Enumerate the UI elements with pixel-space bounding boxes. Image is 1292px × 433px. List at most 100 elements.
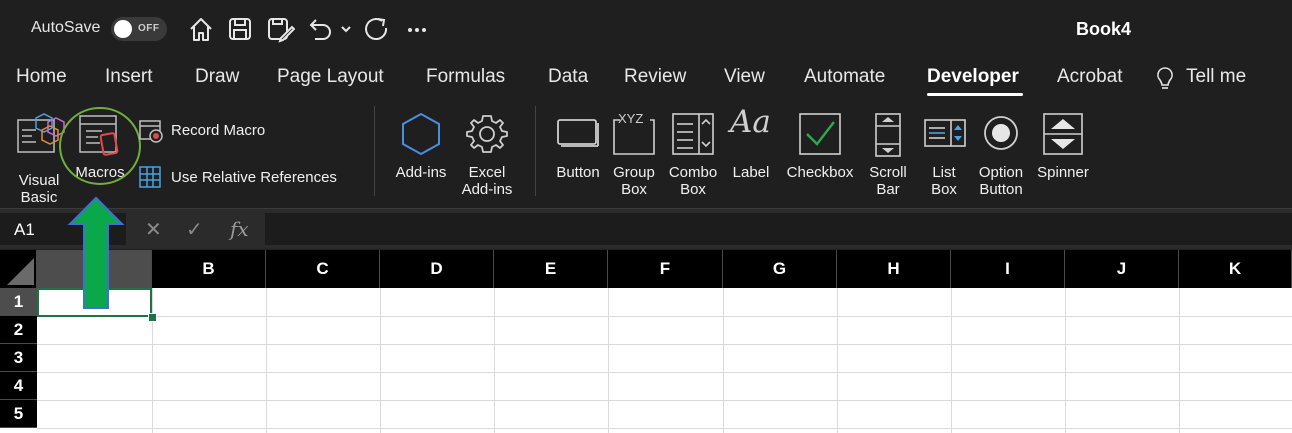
option-button-label-1: Option xyxy=(978,164,1024,181)
scroll-bar-control[interactable]: Scroll Bar xyxy=(862,108,914,200)
tab-tell-me[interactable]: Tell me xyxy=(1186,66,1246,88)
button-label: Button xyxy=(556,164,600,181)
tab-view[interactable]: View xyxy=(724,66,765,88)
save-as-icon[interactable] xyxy=(265,13,295,45)
title-bar: AutoSave OFF Book4 xyxy=(0,0,1292,58)
column-header-d[interactable]: D xyxy=(380,250,494,288)
tab-draw[interactable]: Draw xyxy=(195,66,239,88)
column-header-b[interactable]: B xyxy=(152,250,266,288)
form-button-control[interactable]: Button xyxy=(550,108,606,184)
scroll-bar-label-1: Scroll xyxy=(869,164,907,181)
list-box-control[interactable]: List Box xyxy=(918,108,970,200)
row-header-4[interactable]: 4 xyxy=(0,372,37,400)
add-ins-button[interactable]: Add-ins xyxy=(390,108,452,184)
excel-add-ins-label-1: Excel xyxy=(468,164,506,181)
excel-add-ins-button[interactable]: Excel Add-ins xyxy=(456,108,518,200)
workbook-title: Book4 xyxy=(1076,19,1132,39)
grid-line xyxy=(37,316,1292,317)
add-ins-icon xyxy=(402,112,440,156)
grid-line xyxy=(608,288,609,433)
tab-automate[interactable]: Automate xyxy=(804,66,885,88)
group-box-glyph: XYZ xyxy=(618,111,644,126)
spinner-label: Spinner xyxy=(1037,164,1089,181)
tab-page-layout[interactable]: Page Layout xyxy=(277,66,384,88)
ribbon-separator xyxy=(374,106,375,196)
column-header-e[interactable]: E xyxy=(494,250,608,288)
undo-icon[interactable] xyxy=(305,13,335,45)
autosave-state: OFF xyxy=(138,23,160,34)
grid-line xyxy=(380,288,381,433)
select-all-icon xyxy=(7,258,34,285)
label-glyph: Aa xyxy=(730,104,771,140)
tab-formulas[interactable]: Formulas xyxy=(426,66,505,88)
tab-acrobat[interactable]: Acrobat xyxy=(1057,66,1122,88)
autosave-label: AutoSave xyxy=(31,19,101,36)
list-box-label-2: Box xyxy=(931,181,957,198)
grid-line xyxy=(266,288,267,433)
grid-line xyxy=(37,428,1292,429)
grid-line xyxy=(494,288,495,433)
group-box-label-1: Group xyxy=(613,164,655,181)
combo-box-label-1: Combo xyxy=(668,164,718,181)
formula-input[interactable] xyxy=(265,213,1292,245)
row-header-1[interactable]: 1 xyxy=(0,288,37,316)
checkbox-icon xyxy=(799,113,841,155)
column-header-j[interactable]: J xyxy=(1065,250,1179,288)
label-control[interactable]: Aa Label xyxy=(726,104,776,184)
option-button-control[interactable]: Option Button xyxy=(972,108,1030,200)
list-box-label-1: List xyxy=(932,164,956,181)
grid-line xyxy=(723,288,724,433)
use-relative-references-button[interactable]: Use Relative References xyxy=(171,169,337,186)
redo-icon[interactable] xyxy=(362,13,392,45)
group-box-control[interactable]: XYZ Group Box xyxy=(608,108,660,200)
combo-box-label-2: Box xyxy=(680,181,706,198)
undo-dropdown-icon[interactable] xyxy=(338,13,354,45)
record-macro-button[interactable]: Record Macro xyxy=(171,122,265,139)
row-header-2[interactable]: 2 xyxy=(0,316,37,344)
tab-home[interactable]: Home xyxy=(16,66,67,88)
annotation-arrow xyxy=(67,196,125,309)
highlight-circle xyxy=(59,107,141,185)
fill-handle[interactable] xyxy=(148,313,157,322)
column-header-f[interactable]: F xyxy=(608,250,723,288)
row-header-5[interactable]: 5 xyxy=(0,400,37,428)
checkbox-label: Checkbox xyxy=(786,164,854,181)
home-icon[interactable] xyxy=(186,13,216,45)
grid-line xyxy=(152,288,153,433)
more-icon[interactable] xyxy=(402,13,432,45)
insert-function-button[interactable]: fx xyxy=(230,217,249,241)
grid-line xyxy=(1065,288,1066,433)
label-label: Label xyxy=(732,164,770,181)
combo-box-control[interactable]: Combo Box xyxy=(664,108,722,200)
grid-line xyxy=(37,372,1292,373)
column-header-h[interactable]: H xyxy=(837,250,951,288)
name-box-value: A1 xyxy=(14,220,35,239)
tab-review[interactable]: Review xyxy=(624,66,686,88)
select-all-corner[interactable] xyxy=(0,250,37,288)
tab-insert[interactable]: Insert xyxy=(105,66,153,88)
tab-data[interactable]: Data xyxy=(548,66,588,88)
record-macro-icon[interactable] xyxy=(138,118,164,144)
scroll-bar-label-2: Bar xyxy=(876,181,900,198)
spinner-icon xyxy=(1043,113,1083,155)
checkbox-control[interactable]: Checkbox xyxy=(782,108,858,184)
autosave-toggle[interactable]: OFF xyxy=(111,17,167,41)
enter-formula-button[interactable]: ✓ xyxy=(186,217,203,242)
grid-line xyxy=(37,344,1292,345)
lightbulb-icon xyxy=(1157,67,1173,89)
relative-references-icon[interactable] xyxy=(138,165,164,189)
grid-line xyxy=(837,288,838,433)
column-header-k[interactable]: K xyxy=(1179,250,1292,288)
gear-icon xyxy=(466,115,508,153)
column-header-i[interactable]: I xyxy=(951,250,1065,288)
combo-box-icon xyxy=(672,113,714,155)
cancel-formula-button[interactable]: ✕ xyxy=(145,217,162,242)
option-button-icon xyxy=(984,116,1018,150)
column-header-g[interactable]: G xyxy=(723,250,837,288)
spinner-control[interactable]: Spinner xyxy=(1032,108,1094,184)
save-icon[interactable] xyxy=(225,13,255,45)
row-header-3[interactable]: 3 xyxy=(0,344,37,372)
grid-line xyxy=(1179,288,1180,433)
tab-developer[interactable]: Developer xyxy=(927,66,1019,88)
column-header-c[interactable]: C xyxy=(266,250,380,288)
